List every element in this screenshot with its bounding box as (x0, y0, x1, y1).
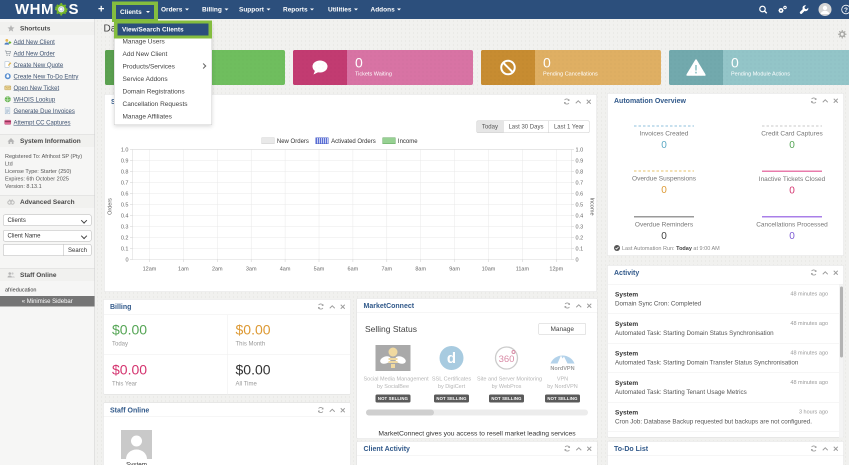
svg-text:6am: 6am (348, 267, 359, 273)
svg-text:0.6: 0.6 (576, 192, 584, 198)
svg-text:8am: 8am (415, 267, 426, 273)
svg-text:0: 0 (576, 258, 579, 264)
svg-text:7am: 7am (381, 267, 392, 273)
svg-text:0.9: 0.9 (576, 159, 584, 165)
svg-text:0.2: 0.2 (576, 236, 584, 242)
svg-text:0.1: 0.1 (576, 247, 584, 253)
svg-text:5am: 5am (314, 267, 325, 273)
svg-text:11am: 11am (516, 267, 530, 273)
svg-text:0.6: 0.6 (121, 192, 129, 198)
svg-text:2am: 2am (212, 267, 223, 273)
svg-text:0.1: 0.1 (121, 247, 129, 253)
svg-text:1.0: 1.0 (121, 148, 129, 154)
svg-text:3am: 3am (246, 267, 257, 273)
svg-text:9am: 9am (449, 267, 460, 273)
svg-text:0.7: 0.7 (121, 181, 129, 187)
svg-text:0.4: 0.4 (121, 214, 129, 220)
svg-text:0: 0 (125, 258, 128, 264)
svg-text:0.3: 0.3 (576, 225, 584, 231)
svg-text:360: 360 (499, 354, 515, 365)
svg-text:NordVPN: NordVPN (550, 366, 574, 372)
svg-text:10am: 10am (482, 267, 496, 273)
svg-text:Orders: Orders (108, 198, 114, 215)
svg-text:0.3: 0.3 (121, 225, 129, 231)
svg-text:0.7: 0.7 (576, 181, 584, 187)
svg-text:1am: 1am (178, 267, 189, 273)
svg-text:0.8: 0.8 (121, 170, 129, 176)
svg-text:0.2: 0.2 (121, 236, 129, 242)
svg-text:Income: Income (589, 197, 595, 215)
svg-text:1.0: 1.0 (576, 148, 584, 154)
svg-text:0.9: 0.9 (121, 159, 129, 165)
svg-text:0.8: 0.8 (576, 170, 584, 176)
svg-text:0.4: 0.4 (576, 214, 584, 220)
svg-text:12am: 12am (143, 267, 157, 273)
svg-text:0.5: 0.5 (121, 203, 129, 209)
svg-text:4am: 4am (280, 267, 291, 273)
svg-text:12pm: 12pm (549, 267, 563, 273)
svg-text:d: d (447, 350, 456, 367)
svg-text:?: ? (844, 7, 848, 14)
svg-text:0.5: 0.5 (576, 203, 584, 209)
